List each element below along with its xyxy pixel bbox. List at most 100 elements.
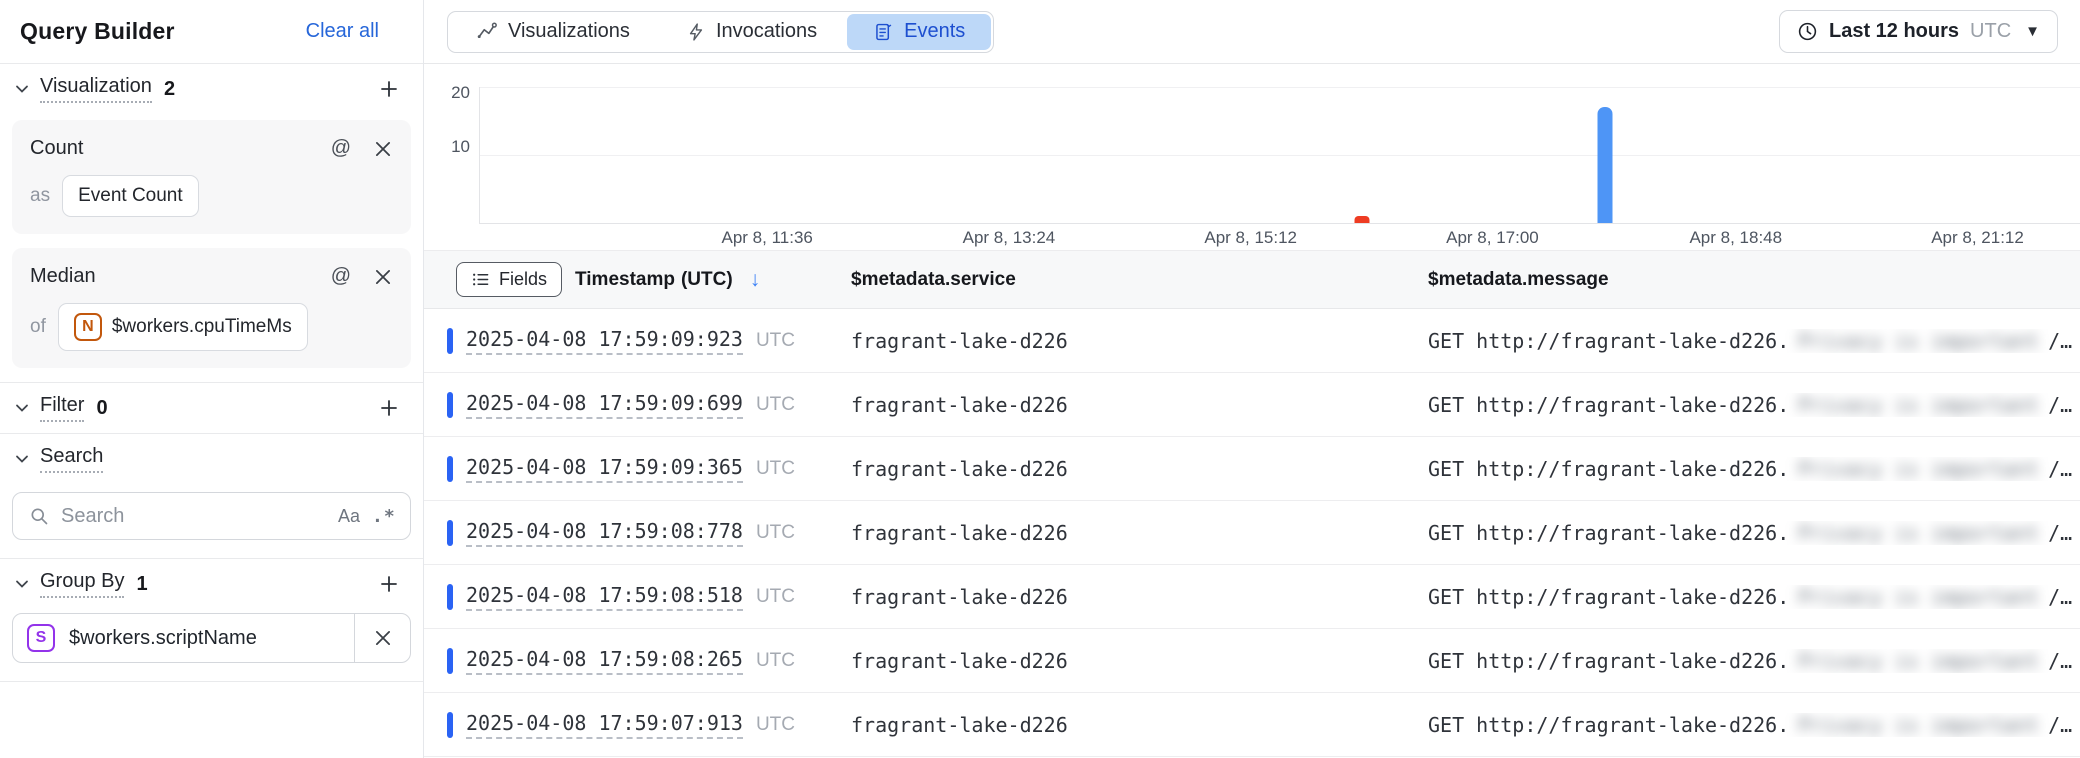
table-row[interactable]: 2025-04-08 17:59:08:518 UTC fragrant-lak…	[424, 565, 2080, 629]
column-header-service[interactable]: $metadata.service	[851, 269, 1428, 291]
table-row[interactable]: 2025-04-08 17:59:08:778 UTC fragrant-lak…	[424, 501, 2080, 565]
page-title: Query Builder	[20, 18, 175, 45]
tab-label: Events	[904, 20, 965, 43]
column-header-message[interactable]: $metadata.message	[1428, 269, 2080, 291]
group-by-count: 1	[136, 573, 147, 596]
message-suffix: /…	[2048, 329, 2072, 353]
clock-icon	[1797, 21, 1818, 42]
event-timestamp[interactable]: 2025-04-08 17:59:09:923	[466, 327, 743, 355]
event-service: fragrant-lake-d226	[851, 457, 1428, 481]
alias-at-icon[interactable]: @	[331, 265, 351, 288]
section-label-group-by: Group By	[40, 570, 124, 598]
event-timezone: UTC	[756, 650, 795, 672]
event-count-field[interactable]: Event Count	[62, 175, 199, 217]
as-label: as	[30, 185, 50, 207]
x-axis-tick: Apr 8, 21:12	[1931, 228, 2024, 248]
message-prefix: GET http://fragrant-lake-d226.	[1428, 713, 1789, 737]
remove-group-by-icon[interactable]	[354, 614, 410, 662]
section-filter: Filter 0	[0, 383, 423, 433]
chart-bar-blue[interactable]	[1597, 107, 1612, 223]
event-service: fragrant-lake-d226	[851, 393, 1428, 417]
remove-count-icon[interactable]	[373, 139, 393, 159]
event-timezone: UTC	[756, 586, 795, 608]
event-level-marker	[447, 584, 453, 610]
chevron-down-icon[interactable]	[14, 576, 30, 592]
event-service: fragrant-lake-d226	[851, 585, 1428, 609]
visualization-card-median: Median @ of N $workers.cpuTimeMs	[12, 248, 411, 368]
add-group-by-button[interactable]	[375, 570, 403, 598]
remove-median-icon[interactable]	[373, 267, 393, 287]
event-level-marker	[447, 712, 453, 738]
event-timestamp[interactable]: 2025-04-08 17:59:08:265	[466, 647, 743, 675]
chevron-down-icon[interactable]	[14, 400, 30, 416]
fields-button[interactable]: Fields	[456, 262, 562, 297]
lightning-icon	[686, 21, 706, 43]
time-range-label: Last 12 hours	[1829, 20, 1959, 43]
event-level-marker	[447, 648, 453, 674]
event-service: fragrant-lake-d226	[851, 713, 1428, 737]
table-row[interactable]: 2025-04-08 17:59:07:913 UTC fragrant-lak…	[424, 693, 2080, 757]
regex-toggle-icon[interactable]: .*	[372, 506, 396, 527]
chevron-down-icon[interactable]	[14, 81, 30, 97]
group-by-value: $workers.scriptName	[69, 627, 257, 650]
add-visualization-button[interactable]	[375, 75, 403, 103]
message-suffix: /…	[2048, 585, 2072, 609]
message-suffix: /…	[2048, 393, 2072, 417]
fields-button-label: Fields	[499, 269, 547, 290]
y-axis-tick: 20	[424, 83, 470, 103]
chevron-down-icon[interactable]	[14, 451, 30, 467]
group-by-field[interactable]: S $workers.scriptName	[12, 613, 411, 663]
event-level-marker	[447, 456, 453, 482]
message-suffix: /…	[2048, 649, 2072, 673]
message-suffix: /…	[2048, 457, 2072, 481]
message-redacted-text: Privacy is important	[1798, 649, 2039, 673]
message-redacted-text: Privacy is important	[1798, 713, 2039, 737]
card-title: Median	[30, 265, 96, 288]
event-timestamp[interactable]: 2025-04-08 17:59:09:365	[466, 455, 743, 483]
event-timestamp[interactable]: 2025-04-08 17:59:08:518	[466, 583, 743, 611]
event-service: fragrant-lake-d226	[851, 329, 1428, 353]
table-row[interactable]: 2025-04-08 17:59:08:265 UTC fragrant-lak…	[424, 629, 2080, 693]
match-case-toggle[interactable]: Aa	[338, 506, 360, 527]
event-level-marker	[447, 520, 453, 546]
median-field-selector[interactable]: N $workers.cpuTimeMs	[58, 303, 308, 351]
table-row[interactable]: 2025-04-08 17:59:09:699 UTC fragrant-lak…	[424, 373, 2080, 437]
event-level-marker	[447, 392, 453, 418]
main-content: Visualizations Invocations Events Last 1…	[424, 0, 2080, 758]
chart-bar-red[interactable]	[1354, 216, 1369, 223]
event-timestamp[interactable]: 2025-04-08 17:59:07:913	[466, 711, 743, 739]
search-box: Aa .*	[12, 492, 411, 540]
search-icon	[29, 506, 49, 526]
tab-label: Invocations	[716, 20, 817, 43]
sort-descending-icon[interactable]: ↓	[750, 268, 761, 292]
tab-events[interactable]: Events	[847, 14, 991, 50]
message-redacted-text: Privacy is important	[1798, 329, 2039, 353]
tab-invocations[interactable]: Invocations	[660, 14, 843, 50]
tab-visualizations[interactable]: Visualizations	[450, 14, 656, 50]
table-row[interactable]: 2025-04-08 17:59:09:923 UTC fragrant-lak…	[424, 309, 2080, 373]
card-title: Count	[30, 137, 83, 160]
table-row[interactable]: 2025-04-08 17:59:09:365 UTC fragrant-lak…	[424, 437, 2080, 501]
event-message: GET http://fragrant-lake-d226. Privacy i…	[1428, 585, 2080, 609]
section-visualization: Visualization 2	[0, 64, 423, 114]
alias-at-icon[interactable]: @	[331, 137, 351, 160]
event-level-marker	[447, 328, 453, 354]
event-timestamp[interactable]: 2025-04-08 17:59:08:778	[466, 519, 743, 547]
search-input[interactable]	[61, 505, 326, 528]
column-header-timestamp[interactable]: Timestamp(UTC)	[575, 269, 733, 291]
message-redacted-text: Privacy is important	[1798, 457, 2039, 481]
message-prefix: GET http://fragrant-lake-d226.	[1428, 329, 1789, 353]
divider	[0, 681, 423, 682]
section-label-visualization: Visualization	[40, 75, 152, 103]
message-redacted-text: Privacy is important	[1798, 393, 2039, 417]
string-type-badge: S	[27, 624, 55, 652]
table-header: Fields Timestamp(UTC) ↓ $metadata.servic…	[424, 250, 2080, 309]
event-count-value: Event Count	[78, 185, 183, 207]
clear-all-link[interactable]: Clear all	[306, 20, 379, 43]
add-filter-button[interactable]	[375, 394, 403, 422]
event-timestamp[interactable]: 2025-04-08 17:59:09:699	[466, 391, 743, 419]
topbar: Visualizations Invocations Events Last 1…	[424, 0, 2080, 64]
time-range-picker[interactable]: Last 12 hours UTC ▼	[1779, 10, 2058, 53]
message-redacted-text: Privacy is important	[1798, 585, 2039, 609]
median-field-value: $workers.cpuTimeMs	[112, 316, 292, 338]
